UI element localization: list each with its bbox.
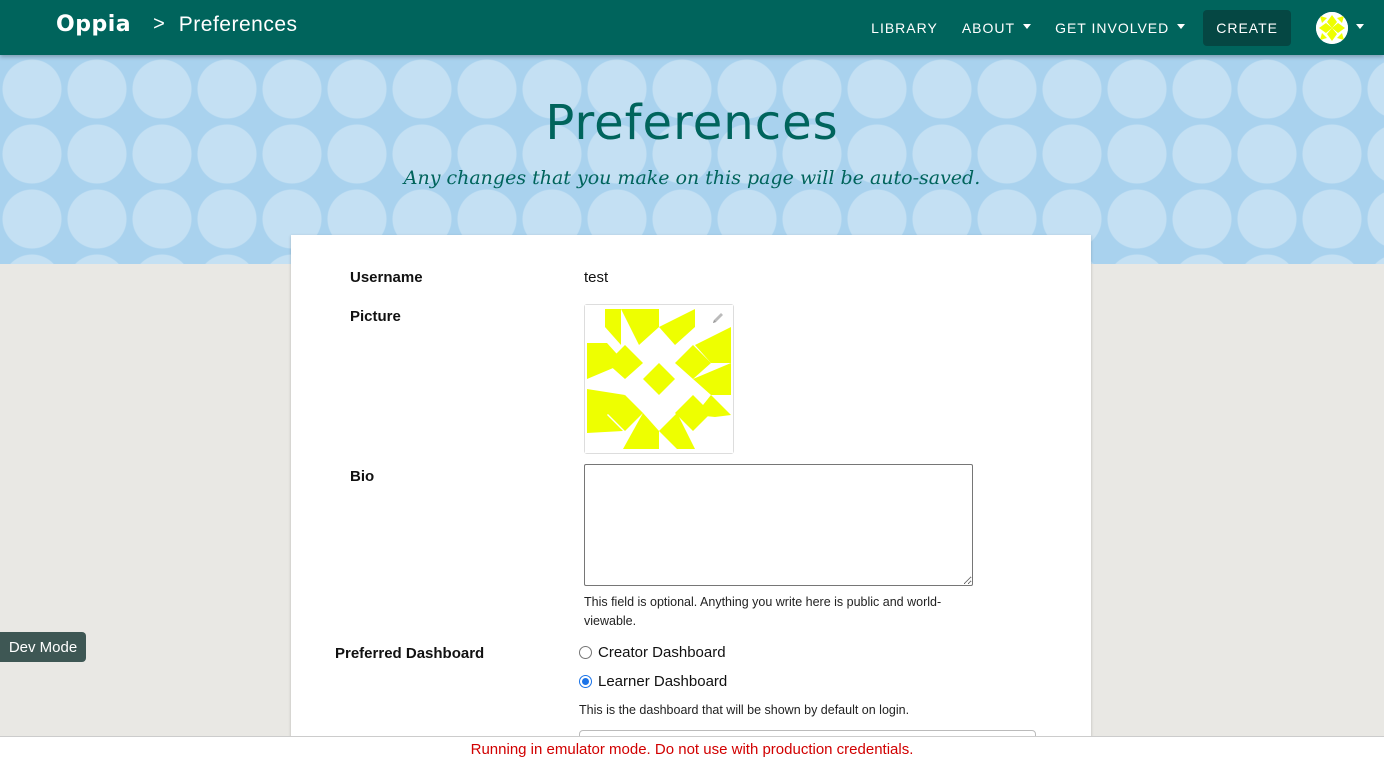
page-banner: Preferences Any changes that you make on… <box>0 55 1384 264</box>
top-navbar: Oppia > Preferences LIBRARY ABOUT GET IN… <box>0 0 1384 55</box>
learner-dashboard-label: Learner Dashboard <box>598 673 728 690</box>
dev-mode-badge: Dev Mode <box>0 632 86 662</box>
creator-dashboard-label: Creator Dashboard <box>598 644 726 661</box>
preferred-dashboard-label: Preferred Dashboard <box>335 645 485 662</box>
chevron-down-icon <box>1356 23 1364 29</box>
nav-get-involved-label: GET INVOLVED <box>1055 19 1170 36</box>
emulator-notice: Running in emulator mode. Do not use wit… <box>0 736 1384 763</box>
learner-dashboard-radio[interactable] <box>579 675 592 688</box>
profile-dropdown[interactable] <box>1316 11 1364 44</box>
bio-label: Bio <box>350 468 375 485</box>
breadcrumb-title: Preferences <box>178 12 298 36</box>
dashboard-help-text: This is the dashboard that will be shown… <box>579 703 910 717</box>
username-label: Username <box>350 269 423 286</box>
nav-library[interactable]: LIBRARY <box>871 20 938 36</box>
nav-links: LIBRARY ABOUT GET INVOLVED CREATE <box>871 0 1384 55</box>
breadcrumb-separator: > <box>153 13 165 35</box>
bio-textarea[interactable] <box>584 464 973 586</box>
creator-dashboard-radio[interactable] <box>579 646 592 659</box>
preferences-card: Username test Picture Bio This field is … <box>291 235 1091 762</box>
edit-pencil-icon[interactable] <box>711 311 725 330</box>
nav-library-label: LIBRARY <box>871 19 938 36</box>
nav-get-involved[interactable]: GET INVOLVED <box>1055 19 1186 36</box>
creator-dashboard-option[interactable]: Creator Dashboard <box>579 644 726 661</box>
page-subtitle: Any changes that you make on this page w… <box>403 167 981 189</box>
create-button[interactable]: CREATE <box>1203 9 1291 46</box>
bio-help-text: This field is optional. Anything you wri… <box>584 595 942 628</box>
oppia-logo[interactable]: Oppia <box>56 12 131 37</box>
brand: Oppia > Preferences <box>56 12 298 37</box>
chevron-down-icon <box>1177 23 1186 29</box>
learner-dashboard-option[interactable]: Learner Dashboard <box>579 673 727 690</box>
picture-label: Picture <box>350 308 401 325</box>
avatar <box>1316 11 1348 44</box>
profile-picture[interactable] <box>584 304 734 454</box>
username-value: test <box>584 269 609 286</box>
page-title: Preferences <box>545 95 839 151</box>
nav-about-label: ABOUT <box>961 19 1016 36</box>
chevron-down-icon <box>1023 23 1032 29</box>
nav-about[interactable]: ABOUT <box>961 19 1032 36</box>
